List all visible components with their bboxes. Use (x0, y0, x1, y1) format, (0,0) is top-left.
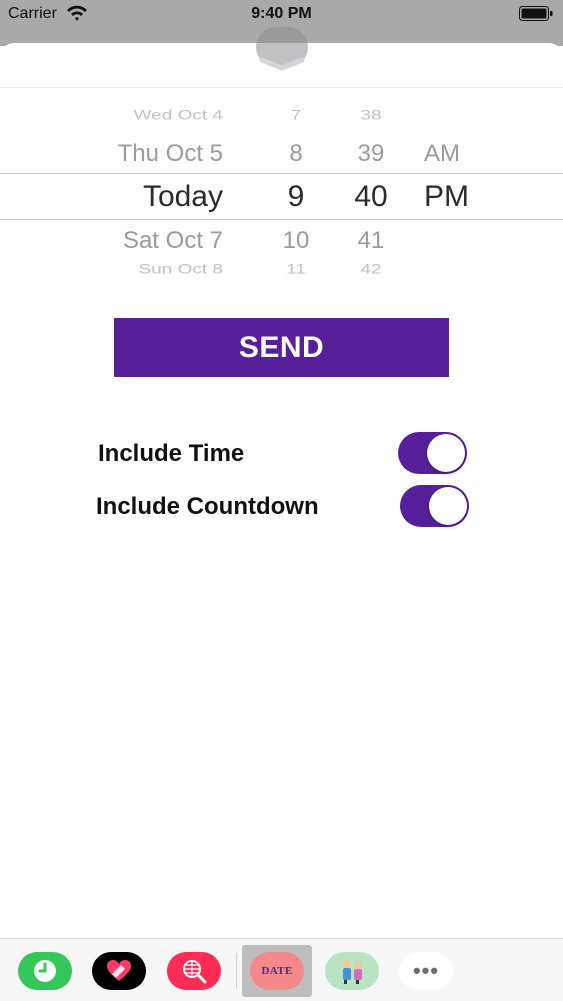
app-drawer: DATE ••• (0, 938, 563, 1001)
sticker-people-icon (343, 960, 362, 984)
heart-app-button[interactable] (92, 952, 146, 990)
date-app-button[interactable]: DATE (250, 952, 304, 990)
toggle-knob (427, 434, 465, 472)
picker-hour: 9 (287, 180, 305, 213)
picker-date: Thu Oct 5 (117, 140, 223, 167)
picker-selection-bottom-line (0, 219, 563, 220)
header-divider (0, 87, 563, 88)
toggle-knob (429, 487, 467, 525)
picker-ampm: AM (424, 140, 460, 167)
globe-search-icon (183, 960, 207, 984)
picker-minute: 38 (360, 108, 382, 124)
picker-hour: 10 (282, 227, 310, 254)
chevron-down-icon[interactable] (256, 54, 308, 76)
clock-app-button[interactable] (18, 952, 72, 990)
picker-date: Sat Oct 7 (122, 227, 223, 254)
clock-icon (34, 960, 56, 982)
status-time: 9:40 PM (251, 5, 312, 22)
date-time-picker[interactable]: Wed Oct 4 7 38 Thu Oct 5 8 39 AM Today 9… (0, 96, 563, 292)
more-icon: ••• (412, 958, 440, 983)
include-countdown-toggle[interactable] (400, 485, 469, 527)
picker-minute: 42 (360, 262, 382, 278)
picker-date: Today (142, 180, 223, 213)
picker-hour: 11 (286, 262, 306, 278)
include-time-toggle[interactable] (398, 432, 467, 474)
picker-minute: 41 (357, 227, 385, 254)
picker-ampm: PM (424, 180, 469, 213)
picker-hour: 8 (289, 140, 303, 167)
picker-minute: 39 (357, 140, 385, 167)
globe-search-app-button[interactable] (167, 952, 221, 990)
battery-icon (519, 6, 553, 21)
more-apps-button[interactable]: ••• (399, 952, 453, 990)
include-time-label: Include Time (98, 440, 245, 467)
picker-selection-top-line (0, 173, 563, 174)
picker-minute: 40 (354, 180, 388, 213)
sticker-app-button[interactable] (325, 952, 379, 990)
include-countdown-label: Include Countdown (96, 493, 319, 520)
send-button[interactable]: SEND (114, 318, 449, 377)
picker-date: Sun Oct 8 (138, 262, 224, 278)
picker-date: Wed Oct 4 (133, 108, 223, 124)
picker-hour: 7 (290, 108, 302, 124)
heart-icon (107, 960, 131, 981)
drawer-divider (236, 953, 237, 989)
date-app-icon: DATE (261, 965, 293, 977)
